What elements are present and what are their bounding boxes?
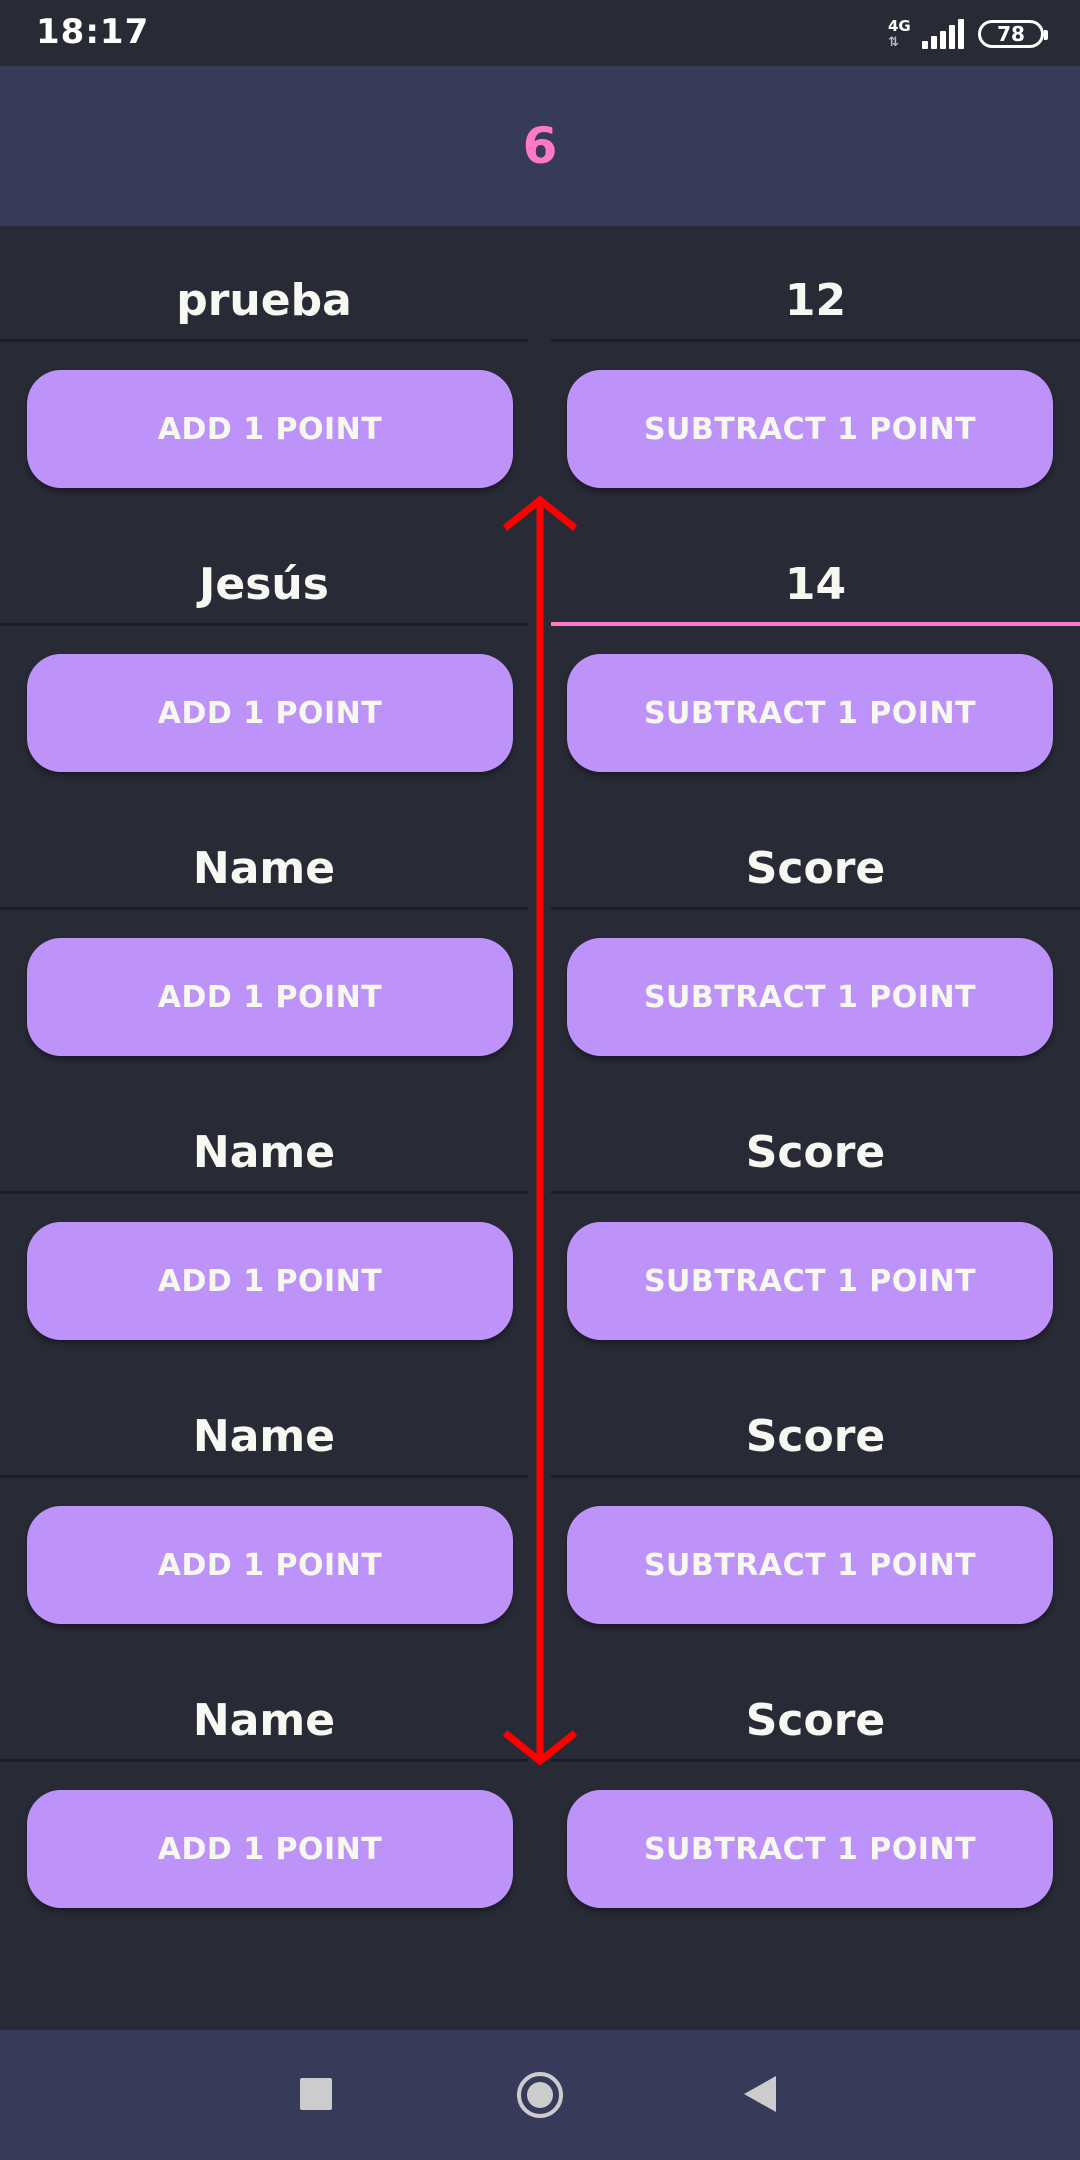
signal-strength-icon <box>922 19 964 49</box>
add-point-button[interactable]: ADD 1 POINT <box>27 654 513 772</box>
subtract-point-button[interactable]: SUBTRACT 1 POINT <box>567 1790 1053 1908</box>
player-name-field[interactable]: prueba <box>0 262 528 342</box>
add-point-button[interactable]: ADD 1 POINT <box>27 1790 513 1908</box>
status-indicators: 4G ⇅ 78 <box>886 14 1048 54</box>
player-name-field[interactable]: Name <box>0 1398 528 1478</box>
navigation-bar <box>0 2030 1080 2160</box>
player-score-field[interactable]: Score <box>551 1682 1080 1762</box>
player-name-field[interactable]: Name <box>0 1682 528 1762</box>
subtract-point-button[interactable]: SUBTRACT 1 POINT <box>567 1506 1053 1624</box>
battery-icon: 78 <box>978 20 1048 48</box>
player-name-field[interactable]: Name <box>0 1114 528 1194</box>
player-name-field[interactable]: Name <box>0 830 528 910</box>
app-header: 6 <box>0 66 1080 226</box>
add-point-button[interactable]: ADD 1 POINT <box>27 370 513 488</box>
player-score-field[interactable]: Score <box>551 1114 1080 1194</box>
subtract-point-button[interactable]: SUBTRACT 1 POINT <box>567 654 1053 772</box>
circle-icon[interactable] <box>515 2070 565 2120</box>
status-time: 18:17 <box>36 12 150 52</box>
player-score-field[interactable]: 12 <box>551 262 1080 342</box>
square-icon[interactable] <box>300 2078 332 2110</box>
battery-level: 78 <box>997 22 1025 46</box>
network-type-label: 4G <box>888 17 911 35</box>
player-name-field[interactable]: Jesús <box>0 546 528 626</box>
player-score-field[interactable]: 14 <box>551 546 1080 626</box>
status-bar: 18:17 4G ⇅ 78 <box>0 0 1080 66</box>
add-point-button[interactable]: ADD 1 POINT <box>27 1222 513 1340</box>
triangle-back-icon[interactable] <box>742 2074 778 2114</box>
network-indicator: 4G ⇅ <box>886 17 911 51</box>
subtract-point-button[interactable]: SUBTRACT 1 POINT <box>567 370 1053 488</box>
data-arrows-icon: ⇅ <box>888 35 899 50</box>
player-score-field[interactable]: Score <box>551 1398 1080 1478</box>
app-screen: 18:17 4G ⇅ 78 6 prueba 12 ADD 1 POINT SU… <box>0 0 1080 2160</box>
add-point-button[interactable]: ADD 1 POINT <box>27 938 513 1056</box>
subtract-point-button[interactable]: SUBTRACT 1 POINT <box>567 938 1053 1056</box>
player-score-field[interactable]: Score <box>551 830 1080 910</box>
player-count: 6 <box>522 117 558 175</box>
subtract-point-button[interactable]: SUBTRACT 1 POINT <box>567 1222 1053 1340</box>
add-point-button[interactable]: ADD 1 POINT <box>27 1506 513 1624</box>
